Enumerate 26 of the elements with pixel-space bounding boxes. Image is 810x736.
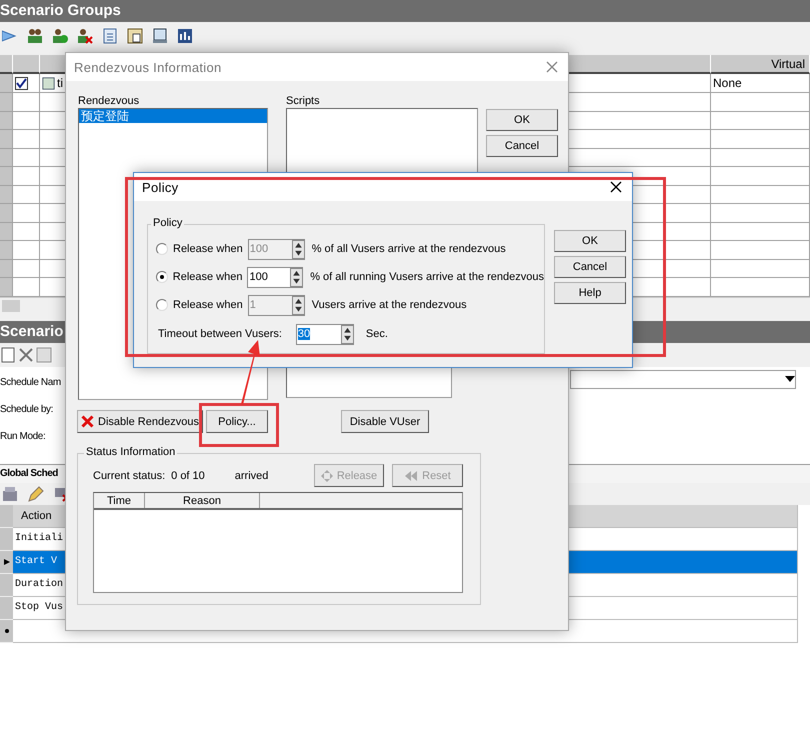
list-label: Rendezvous [78, 95, 140, 107]
option-label: Release when [172, 271, 242, 283]
status-label: Current status: [93, 470, 166, 482]
section-title: Global Sched [0, 468, 58, 479]
dialog-title: Rendezvous Information [74, 60, 222, 74]
status-text: arrived [234, 470, 268, 482]
group-title: Status Information [84, 446, 178, 458]
list-label: Scripts [286, 95, 320, 107]
option-text: % of all running Vusers arrive at the rendezvous [310, 271, 544, 283]
group-title: Policy [151, 217, 184, 229]
option-label: Release when [173, 299, 243, 311]
unit-label: Sec. [366, 328, 388, 340]
option-text: % of all Vusers arrive at the rendezvous [312, 243, 506, 255]
dialog-title: Policy [142, 180, 178, 194]
column-header: Reason [145, 493, 260, 508]
table-cell: None [711, 74, 810, 93]
option-label: Release when [173, 243, 243, 255]
field-label: Schedule by: [0, 404, 54, 414]
field-label: Run Mode: [0, 430, 46, 442]
field-label: Schedule Nam [0, 376, 61, 388]
column-header: Virtual [711, 55, 810, 74]
timeout-label: Timeout between Vusers: [158, 328, 282, 340]
panel-title: Scenario Groups [0, 0, 810, 22]
option-text: Vusers arrive at the rendezvous [312, 299, 467, 311]
column-header: Time [94, 493, 145, 508]
status-count: 0 of 10 [171, 470, 205, 482]
